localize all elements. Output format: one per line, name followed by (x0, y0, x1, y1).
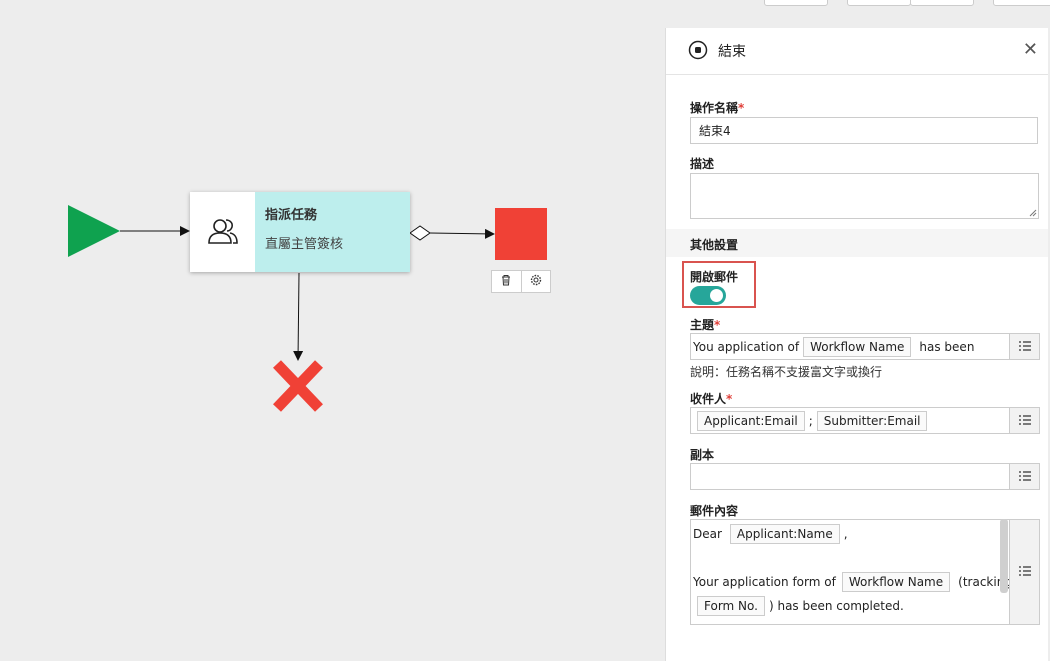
recipient-tag[interactable]: Applicant:Email (697, 410, 805, 431)
applicant-name-tag[interactable]: Applicant:Name (729, 524, 840, 544)
body-text: ) has been completed. (768, 599, 904, 613)
toolbar-button-1[interactable] (764, 0, 828, 6)
enable-mail-toggle[interactable] (690, 286, 726, 305)
subject-field[interactable]: You application of Workflow Name has bee… (690, 333, 1010, 360)
section-other-settings: 其他設置 (666, 229, 1048, 257)
cc-label: 副本 (690, 448, 715, 462)
mail-body-line: Form No. ) has been completed. (693, 596, 904, 616)
panel-header: 結束 ✕ (666, 28, 1048, 75)
task-node[interactable]: 指派任務 直屬主管簽核 (190, 192, 410, 272)
body-label: 郵件內容 (690, 504, 739, 518)
body-text: Dear (693, 527, 722, 541)
settings-button[interactable] (520, 271, 551, 292)
start-node[interactable] (68, 205, 120, 257)
body-text: Your application form of (693, 575, 836, 589)
subject-label: 主題* (690, 318, 721, 332)
name-label: 操作名稱* (690, 101, 745, 115)
workflow-connectors (68, 205, 495, 412)
body-text: , (843, 527, 848, 541)
section-title: 其他設置 (690, 238, 739, 252)
toolbar-button-4[interactable] (993, 0, 1050, 6)
users-icon (206, 215, 240, 250)
toggle-knob (710, 289, 723, 302)
workflow-name-tag[interactable]: Workflow Name (841, 572, 951, 592)
mail-body-line: Your application form of Workflow Name (… (693, 572, 1009, 592)
delete-button[interactable] (492, 271, 521, 292)
task-icon-box (190, 192, 255, 272)
cc-picker-button[interactable] (1010, 463, 1040, 490)
subject-field-picker-button[interactable] (1010, 333, 1040, 360)
gear-icon (530, 274, 542, 289)
close-icon[interactable]: ✕ (1023, 40, 1038, 60)
list-icon (1018, 414, 1031, 428)
form-no-tag[interactable]: Form No. (697, 596, 765, 616)
reject-node[interactable] (273, 360, 323, 412)
condition-diamond[interactable] (409, 225, 431, 241)
properties-panel: 結束 ✕ 操作名稱* 結束4 描述 其他設置 開啟郵件 主題* You appl… (665, 28, 1048, 661)
panel-title: 結束 (718, 44, 746, 60)
end-node[interactable] (495, 208, 547, 260)
recipient-tag[interactable]: Submitter:Email (816, 410, 928, 431)
list-icon (1018, 565, 1031, 579)
mail-body-scrollbar[interactable] (1000, 519, 1008, 593)
list-icon (1018, 340, 1031, 354)
subject-prefix: You application of (693, 339, 800, 354)
edge-task-to-end[interactable] (429, 228, 495, 239)
node-toolbar (491, 270, 551, 293)
list-icon (1018, 470, 1031, 484)
subject-suffix: has been (919, 339, 975, 354)
trash-icon (500, 274, 512, 289)
mail-body-line: Dear Applicant:Name , (693, 524, 848, 544)
stop-circle-icon (688, 40, 708, 63)
task-title: 指派任務 (265, 208, 318, 223)
workflow-name-tag[interactable]: Workflow Name (803, 336, 912, 357)
desc-label: 描述 (690, 157, 715, 171)
toolbar-button-2[interactable] (847, 0, 911, 6)
desc-textarea[interactable] (690, 173, 1039, 219)
edge-task-to-reject[interactable] (293, 272, 304, 361)
recipients-picker-button[interactable] (1010, 407, 1040, 434)
enable-mail-label: 開啟郵件 (690, 270, 739, 284)
mail-body-editor[interactable]: Dear Applicant:Name , Your application f… (690, 519, 1010, 625)
mail-body-picker-button[interactable] (1010, 519, 1040, 625)
resize-handle-icon[interactable] (1029, 209, 1037, 217)
cc-field[interactable] (690, 463, 1010, 490)
workflow-canvas[interactable]: 指派任務 直屬主管簽核 (0, 0, 828, 661)
subject-hint: 說明：任務名稱不支援富文字或換行 (690, 365, 883, 379)
toolbar-button-3[interactable] (910, 0, 974, 6)
recipients-field[interactable]: Applicant:Email ; Submitter:Email (690, 407, 1010, 434)
recipient-separator: ; (808, 413, 813, 428)
task-subtitle: 直屬主管簽核 (265, 237, 344, 252)
name-field[interactable]: 結束4 (690, 117, 1038, 144)
task-body: 指派任務 直屬主管簽核 (255, 192, 410, 272)
recipients-label: 收件人* (690, 392, 733, 406)
